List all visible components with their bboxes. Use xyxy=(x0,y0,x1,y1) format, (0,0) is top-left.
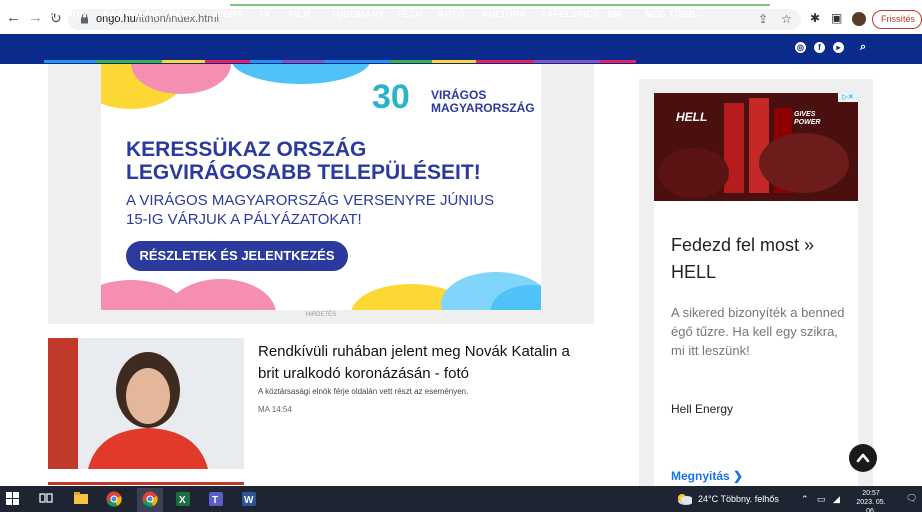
podcast-icon[interactable]: ▸ xyxy=(833,42,844,53)
nav-item-auto[interactable]: AUTÓ xyxy=(438,9,464,19)
back-icon[interactable]: ← xyxy=(6,10,21,26)
facebook-icon[interactable]: f xyxy=(814,42,825,53)
word-icon[interactable]: W xyxy=(241,491,257,507)
adchoices-icon[interactable]: ▷✕ xyxy=(838,93,858,102)
svg-text:T: T xyxy=(212,495,218,506)
battery-icon[interactable]: ▭ xyxy=(817,494,826,505)
weather-text[interactable]: 24°C Többny. felhős xyxy=(698,494,779,504)
article-timestamp: MA 14:54 xyxy=(258,405,292,414)
hell-ad-image[interactable]: HELL GIVES POWER xyxy=(654,93,858,201)
nav-underline-film xyxy=(282,60,324,63)
excel-icon[interactable]: X xyxy=(175,491,191,507)
chevron-right-icon: ❯ xyxy=(733,469,744,483)
logo-text: VIRÁGOS MAGYARORSZÁG xyxy=(431,88,535,115)
nav-underline-tv xyxy=(250,60,282,63)
sidebar-ad-text: A sikered bizonyíték a benned égő tűzre.… xyxy=(671,305,845,358)
scroll-to-top-button[interactable] xyxy=(849,444,877,472)
profile-avatar[interactable] xyxy=(852,12,866,26)
hell-logo-text: HELL xyxy=(676,110,708,124)
search-icon[interactable]: ⌕ xyxy=(860,41,866,54)
instagram-icon[interactable]: ◎ xyxy=(795,42,806,53)
next-article-thumbnail[interactable] xyxy=(48,482,244,485)
nav-underline-penz xyxy=(162,60,205,63)
nav-item-888[interactable]: 888 xyxy=(607,9,623,19)
banner-ad[interactable]: 30 VIRÁGOS MAGYARORSZÁG KERESSÜKAZ ORSZÁG… xyxy=(101,64,541,310)
network-icon[interactable]: ◢ xyxy=(833,494,840,505)
chevron-up-icon xyxy=(856,453,870,463)
nav-item-tafelspicc[interactable]: TÁFELSPICC xyxy=(541,9,600,19)
sidebar-ad-open-link[interactable]: Megnyitás ❯ xyxy=(671,469,743,483)
article-title[interactable]: Rendkívüli ruhában jelent meg Novák Kata… xyxy=(258,341,588,385)
windows-start-icon[interactable] xyxy=(6,492,22,508)
nav-underline-tech xyxy=(390,60,432,63)
nav-underline-tudomany xyxy=(324,60,390,63)
nav-item-tech[interactable]: TECH xyxy=(397,9,422,19)
chrome-active-icon[interactable] xyxy=(142,491,158,507)
nav-item-penz[interactable]: PÉNZ xyxy=(169,9,194,19)
nav-item-kultura[interactable]: KULTÚRA xyxy=(482,9,526,19)
nav-underline-888 xyxy=(600,60,636,63)
nav-underline-sport xyxy=(205,60,250,63)
nav-underline-tafelspicc xyxy=(534,60,600,63)
nav-underline-auto xyxy=(432,60,476,63)
article-lead: A köztársasági elnök férje oldalán vett … xyxy=(258,387,469,396)
sidebar-ad-brand: Hell Energy xyxy=(671,402,734,416)
banner-cta-button[interactable]: RÉSZLETEK ÉS JELENTKEZÉS xyxy=(126,241,348,271)
nav-underline-nagyvilag xyxy=(96,60,162,63)
nav-item-nagyvilag[interactable]: NAGYVILÁG xyxy=(103,9,158,19)
notifications-icon[interactable]: 🗨 xyxy=(906,493,917,504)
nav-underline-itthon xyxy=(44,60,96,63)
loading-indicator xyxy=(230,4,770,6)
bookmark-star-icon[interactable]: ☆ xyxy=(781,12,792,26)
forward-icon[interactable]: → xyxy=(28,10,43,26)
tray-chevron-icon[interactable]: ⌃ xyxy=(801,494,809,505)
weather-cloud-icon[interactable] xyxy=(676,493,692,509)
svg-text:W: W xyxy=(244,495,254,506)
logo-number: 30 xyxy=(372,78,410,116)
task-view-icon[interactable] xyxy=(39,491,55,507)
file-explorer-icon[interactable] xyxy=(73,491,89,507)
sidebar-ad-title[interactable]: Fedezd fel most » HELL xyxy=(671,232,851,286)
share-icon[interactable]: ⇪ xyxy=(758,12,768,26)
sidepanel-icon[interactable]: ▣ xyxy=(831,11,842,25)
nav-item-sport[interactable]: SPORT xyxy=(211,9,243,19)
nav-item-film[interactable]: FILM xyxy=(289,9,311,19)
extensions-icon[interactable]: ✱ xyxy=(810,11,820,25)
nav-item-tudomany[interactable]: TUDOMÁNY xyxy=(331,9,385,19)
portrait-illustration xyxy=(48,338,244,469)
chrome-icon[interactable] xyxy=(106,491,122,507)
nav-item-itthon[interactable]: ITTHON xyxy=(52,9,87,19)
banner-subtext: A VIRÁGOS MAGYARORSZÁG VERSENYRE JÚNIUS … xyxy=(126,192,495,228)
hell-slogan-text: GIVES POWER xyxy=(794,111,821,126)
update-button[interactable]: Frissítés xyxy=(872,10,922,29)
banner-headline: KERESSÜKAZ ORSZÁG LEGVIRÁGOSABB TELEPÜLÉ… xyxy=(126,138,481,184)
teams-icon[interactable]: T xyxy=(208,491,224,507)
nav-item-tv[interactable]: TV xyxy=(258,9,270,19)
svg-text:X: X xyxy=(179,495,186,506)
ad-label: HIRDETÉS xyxy=(305,312,337,318)
article-image[interactable] xyxy=(48,338,244,469)
taskbar-clock[interactable]: 20:57 2023. 05. 06. xyxy=(851,489,891,512)
nav-item-meg-tobb[interactable]: MÉG TÖBB ⌄ xyxy=(645,9,706,20)
nav-underline-kultura xyxy=(476,60,534,63)
